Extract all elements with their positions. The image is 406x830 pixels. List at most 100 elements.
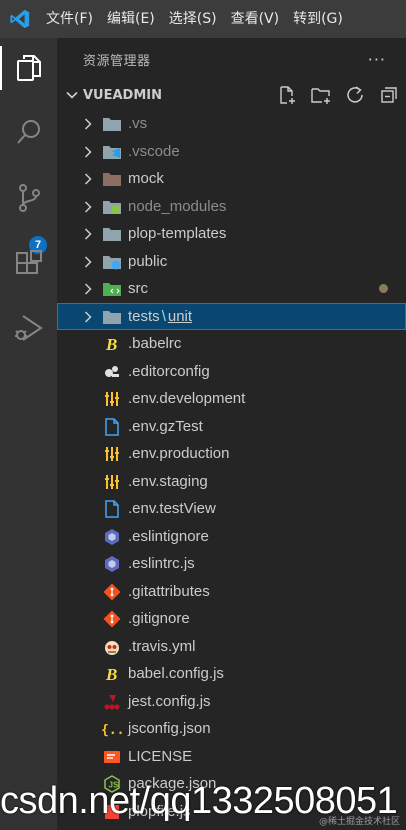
tree-file[interactable]: .eslintrc.js xyxy=(57,550,406,578)
extensions-icon[interactable] xyxy=(0,236,57,292)
chevron-right-icon[interactable] xyxy=(81,172,95,186)
chevron-right-icon[interactable] xyxy=(81,282,95,296)
folder-icon xyxy=(101,224,123,244)
env-settings-icon xyxy=(101,472,123,492)
babel-icon: B xyxy=(101,334,123,354)
tree-file[interactable]: .env.development xyxy=(57,385,406,413)
tree-file[interactable]: .travis.yml xyxy=(57,633,406,661)
file-icon xyxy=(101,499,123,519)
file-name: .env.development xyxy=(128,390,246,408)
folder-icon xyxy=(101,169,123,189)
menu-edit[interactable]: 编辑(E) xyxy=(101,0,163,38)
folder-name: node_modules xyxy=(128,197,227,215)
tree-file[interactable]: .gitignore xyxy=(57,605,406,633)
tree-file[interactable]: Bbabel.config.js xyxy=(57,660,406,688)
collapse-all-icon[interactable] xyxy=(372,80,406,110)
explorer-files-icon[interactable] xyxy=(0,40,57,96)
more-actions-icon[interactable]: ··· xyxy=(368,50,386,69)
tree-folder[interactable]: mock xyxy=(57,165,406,193)
vscode-logo-icon[interactable] xyxy=(0,0,40,38)
activity-bar: 7 xyxy=(0,38,57,830)
file-name: .editorconfig xyxy=(128,362,210,380)
folder-icon xyxy=(101,279,123,299)
git-icon xyxy=(101,582,123,602)
explorer-header: 资源管理器 ··· xyxy=(57,38,406,80)
juejin-watermark: @稀土掘金技术社区 xyxy=(318,817,400,827)
tree-file[interactable]: LICENSE xyxy=(57,743,406,771)
env-settings-icon xyxy=(101,444,123,464)
modified-indicator xyxy=(379,284,388,293)
menu-file[interactable]: 文件(F) xyxy=(40,0,101,38)
menu-go[interactable]: 转到(G) xyxy=(287,0,351,38)
workspace-section-header[interactable]: VUEADMIN xyxy=(57,80,406,110)
tree-file[interactable]: .eslintignore xyxy=(57,523,406,551)
tree-file[interactable]: {..} jsconfig.json xyxy=(57,715,406,743)
chevron-right-icon[interactable] xyxy=(81,227,95,241)
folder-name: src xyxy=(128,280,148,298)
tree-file[interactable]: .env.gzTest xyxy=(57,413,406,441)
file-name: jest.config.js xyxy=(128,692,211,710)
tree-folder[interactable]: plop-templates xyxy=(57,220,406,248)
search-icon[interactable] xyxy=(0,104,57,160)
jest-icon xyxy=(101,692,123,712)
tree-folder[interactable]: .vscode xyxy=(57,138,406,166)
file-name: .babelrc xyxy=(128,335,182,353)
chevron-right-icon[interactable] xyxy=(81,117,95,131)
file-name: .env.staging xyxy=(128,472,208,490)
source-control-icon[interactable] xyxy=(0,170,57,226)
path-separator: \ xyxy=(161,307,166,325)
menu-selection[interactable]: 选择(S) xyxy=(163,0,225,38)
file-tree: .vs .vscode mock node_modules plop-templates… xyxy=(57,110,406,825)
tree-folder[interactable]: .vs xyxy=(57,110,406,138)
tree-folder-selected[interactable]: tests \ unit xyxy=(57,302,406,330)
tree-folder[interactable]: public xyxy=(57,248,406,276)
menu-view[interactable]: 查看(V) xyxy=(225,0,288,38)
folder-name: tests \ unit xyxy=(128,308,192,325)
folder-icon xyxy=(101,252,123,272)
folder-icon xyxy=(101,114,123,134)
folder-name: .vs xyxy=(128,115,148,133)
menu-bar: 文件(F) 编辑(E) 选择(S) 查看(V) 转到(G) xyxy=(40,0,351,38)
chevron-right-icon[interactable] xyxy=(81,310,95,324)
json-icon: {..} xyxy=(101,719,123,739)
eslint-icon xyxy=(101,554,123,574)
file-name: .env.testView xyxy=(128,500,216,518)
folder-icon xyxy=(101,142,123,162)
tree-file[interactable]: .env.production xyxy=(57,440,406,468)
tree-file[interactable]: .env.testView xyxy=(57,495,406,523)
travis-icon xyxy=(101,637,123,657)
chevron-right-icon[interactable] xyxy=(81,145,95,159)
folder-name: .vscode xyxy=(128,142,180,160)
folder-name-part: tests xyxy=(128,307,160,325)
chevron-right-icon[interactable] xyxy=(81,200,95,214)
tree-file[interactable]: .gitattributes xyxy=(57,578,406,606)
run-debug-icon[interactable] xyxy=(0,300,57,356)
folder-name-part[interactable]: unit xyxy=(168,308,192,325)
new-file-icon[interactable] xyxy=(270,80,304,110)
tree-file[interactable]: jest.config.js xyxy=(57,688,406,716)
refresh-icon[interactable] xyxy=(338,80,372,110)
chevron-right-icon[interactable] xyxy=(81,255,95,269)
tree-file[interactable]: .env.staging xyxy=(57,468,406,496)
git-icon xyxy=(101,609,123,629)
file-name: .eslintrc.js xyxy=(128,555,195,573)
folder-name: public xyxy=(128,252,168,270)
tree-file[interactable]: .editorconfig xyxy=(57,358,406,386)
folder-name: plop-templates xyxy=(128,225,227,243)
tree-folder[interactable]: src xyxy=(57,275,406,303)
file-name: jsconfig.json xyxy=(128,720,211,738)
svg-text:{..}: {..} xyxy=(101,723,123,738)
eslint-icon xyxy=(101,527,123,547)
tree-file[interactable]: B .babelrc xyxy=(57,330,406,358)
explorer-title: 资源管理器 xyxy=(83,53,151,69)
file-name: .env.production xyxy=(128,445,230,463)
title-bar: 文件(F) 编辑(E) 选择(S) 查看(V) 转到(G) xyxy=(0,0,406,38)
file-name: .env.gzTest xyxy=(128,417,203,435)
file-name: .gitignore xyxy=(128,610,190,628)
new-folder-icon[interactable] xyxy=(304,80,338,110)
file-name: .eslintignore xyxy=(128,527,209,545)
tree-folder[interactable]: node_modules xyxy=(57,193,406,221)
section-actions xyxy=(270,80,406,110)
folder-icon xyxy=(101,197,123,217)
chevron-down-icon[interactable] xyxy=(65,88,79,102)
